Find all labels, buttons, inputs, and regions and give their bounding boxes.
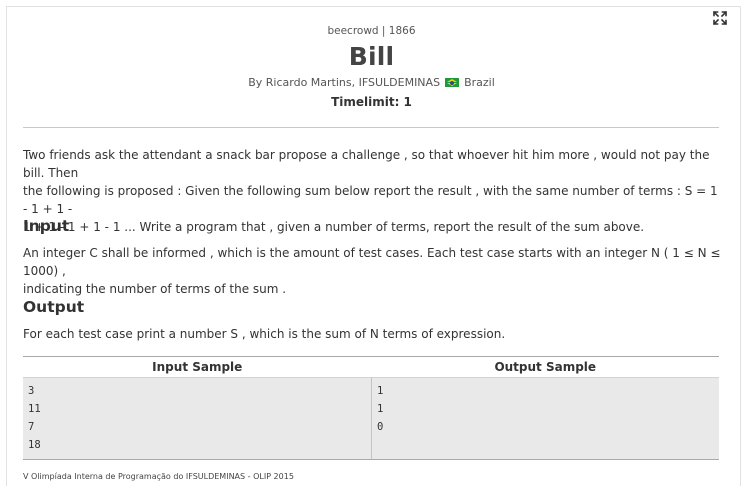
author-name: By Ricardo Martins, IFSULDEMINAS [248, 76, 441, 89]
output-sample-cell: 1 1 0 [371, 377, 719, 460]
input-line: An integer C shall be informed , which i… [23, 246, 721, 278]
description-line: the following is proposed : Given the fo… [23, 184, 718, 216]
sample-line: 7 [28, 421, 35, 433]
description-line: Two friends ask the attendant a snack ba… [23, 148, 710, 180]
problem-source: beecrowd | 1866 [327, 25, 416, 37]
description-line: 1 + 1 - 1 + 1 - 1 ... Write a program th… [23, 220, 645, 234]
country-name: Brazil [464, 76, 495, 89]
sample-line: 1 [377, 385, 384, 397]
contest-footer: V Olimpíada Interna de Programação do IF… [23, 472, 294, 481]
sample-line: 0 [377, 421, 384, 433]
output-description: For each test case print a number S , wh… [23, 327, 506, 341]
input-heading: Input [23, 217, 70, 235]
page-title: Bill [348, 42, 395, 71]
input-line: indicating the number of terms of the su… [23, 282, 287, 296]
samples-table: Input Sample Output Sample 3 11 7 18 1 1… [23, 356, 719, 460]
timelimit: Timelimit: 1 [331, 95, 412, 109]
sample-line: 18 [28, 439, 41, 451]
sample-line: 1 [377, 403, 384, 415]
input-sample-header: Input Sample [23, 356, 372, 378]
sample-line: 3 [28, 385, 35, 397]
sample-line: 11 [28, 403, 41, 415]
input-sample-cell: 3 11 7 18 [23, 377, 372, 460]
output-sample-header: Output Sample [371, 356, 719, 378]
author-line: By Ricardo Martins, IFSULDEMINAS Brazil [0, 76, 743, 89]
brazil-flag-icon [444, 78, 459, 87]
input-description: An integer C shall be informed , which i… [23, 244, 723, 298]
output-heading: Output [23, 298, 85, 316]
problem-description: Two friends ask the attendant a snack ba… [23, 146, 723, 236]
header-divider [23, 127, 719, 128]
